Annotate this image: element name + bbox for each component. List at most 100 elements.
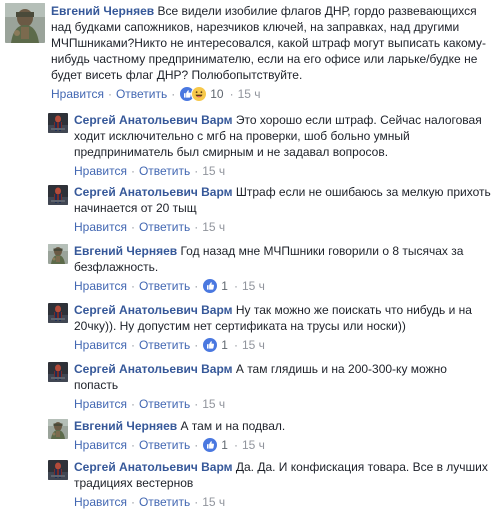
avatar[interactable] <box>48 244 68 264</box>
comment-text: Евгений Черняев Год назад мне МЧПшники г… <box>74 243 494 275</box>
reply-button[interactable]: Ответить <box>139 437 190 453</box>
comment-time[interactable]: 15 ч <box>202 163 225 179</box>
avatar-image <box>48 113 68 133</box>
separator: · <box>130 438 135 452</box>
comment-thread: Евгений Черняев Все видели изобилие флаг… <box>0 0 502 518</box>
comment-reply: Сергей Анатольевич Варм Это хорошо если … <box>48 112 494 179</box>
reactions-summary[interactable]: 1 <box>202 437 228 453</box>
like-button[interactable]: Нравится <box>51 86 104 102</box>
avatar-image <box>48 244 68 264</box>
separator: · <box>130 397 135 411</box>
comment-text: Сергей Анатольевич Варм Ну так можно же … <box>74 302 494 334</box>
separator: · <box>130 495 135 509</box>
reply-button[interactable]: Ответить <box>139 163 190 179</box>
haha-icon <box>191 86 208 102</box>
comment-actions: Нравится · Ответить · 15 ч <box>74 494 494 510</box>
like-icon <box>202 337 219 353</box>
like-button[interactable]: Нравится <box>74 163 127 179</box>
comment-author[interactable]: Евгений Черняев <box>51 4 154 18</box>
like-button[interactable]: Нравится <box>74 494 127 510</box>
comment-time[interactable]: 15 ч <box>202 219 225 235</box>
reaction-count: 1 <box>221 279 228 293</box>
comment-actions: Нравится · Ответить · 15 ч <box>74 219 494 235</box>
comment-reply: Сергей Анатольевич Варм Да. Да. И конфис… <box>48 459 494 510</box>
separator: · <box>130 338 135 352</box>
comment-time[interactable]: 15 ч <box>202 396 225 412</box>
comment-time[interactable]: 15 ч <box>242 437 265 453</box>
separator: · <box>130 220 135 234</box>
avatar-image <box>48 185 68 205</box>
comment-author[interactable]: Сергей Анатольевич Варм <box>74 362 233 376</box>
avatar[interactable] <box>48 460 68 480</box>
separator: · <box>194 495 199 509</box>
comment-actions: Нравится · Ответить · 15 ч <box>74 163 494 179</box>
avatar-image <box>48 303 68 323</box>
comment-actions: Нравится · Ответить · 1 · 15 ч <box>74 337 494 353</box>
comment-actions: Нравится · Ответить · 1 · 15 ч <box>74 278 494 294</box>
separator: · <box>171 87 176 101</box>
like-button[interactable]: Нравится <box>74 337 127 353</box>
reply-button[interactable]: Ответить <box>139 396 190 412</box>
comment-body: Сергей Анатольевич Варм Да. Да. И конфис… <box>74 459 494 510</box>
comment-body: Евгений Черняев Год назад мне МЧПшники г… <box>74 243 494 294</box>
like-button[interactable]: Нравится <box>74 278 127 294</box>
like-button[interactable]: Нравится <box>74 219 127 235</box>
comment-time[interactable]: 15 ч <box>202 494 225 510</box>
avatar[interactable] <box>48 113 68 133</box>
reply-button[interactable]: Ответить <box>116 86 167 102</box>
reactions-summary[interactable]: 10 <box>179 86 224 102</box>
like-button[interactable]: Нравится <box>74 437 127 453</box>
comment-message: А там и на подвал. <box>180 419 286 433</box>
comment-text: Евгений Черняев А там и на подвал. <box>74 418 494 434</box>
avatar[interactable] <box>48 362 68 382</box>
avatar[interactable] <box>5 3 45 43</box>
comment-body: Евгений Черняев А там и на подвал. Нрави… <box>74 418 494 453</box>
comment-author[interactable]: Евгений Черняев <box>74 419 177 433</box>
comment-actions: Нравится · Ответить · 1 · 15 ч <box>74 437 494 453</box>
comment-body: Евгений Черняев Все видели изобилие флаг… <box>51 3 497 102</box>
avatar-image <box>5 3 45 43</box>
like-button[interactable]: Нравится <box>74 396 127 412</box>
comment-actions: Нравится · Ответить · 15 ч <box>74 396 494 412</box>
comment-reply: Сергей Анатольевич Варм Штраф если не ош… <box>48 184 494 235</box>
comment-time[interactable]: 15 ч <box>242 337 265 353</box>
comment-author[interactable]: Сергей Анатольевич Варм <box>74 185 233 199</box>
reply-button[interactable]: Ответить <box>139 337 190 353</box>
avatar-image <box>48 419 68 439</box>
comment-actions: Нравится · Ответить · 10 · 15 ч <box>51 86 497 102</box>
comment-text: Евгений Черняев Все видели изобилие флаг… <box>51 3 497 83</box>
separator: · <box>194 164 199 178</box>
reply-button[interactable]: Ответить <box>139 219 190 235</box>
avatar[interactable] <box>48 303 68 323</box>
comment-author[interactable]: Сергей Анатольевич Варм <box>74 460 233 474</box>
comment-time[interactable]: 15 ч <box>238 86 261 102</box>
comment-reply: Евгений Черняев Год назад мне МЧПшники г… <box>48 243 494 294</box>
avatar-image <box>48 362 68 382</box>
comment-text: Сергей Анатольевич Варм Да. Да. И конфис… <box>74 459 494 491</box>
separator: · <box>194 220 199 234</box>
avatar[interactable] <box>48 419 68 439</box>
separator: · <box>233 338 238 352</box>
comment-reply: Сергей Анатольевич Варм А там глядишь и … <box>48 361 494 412</box>
reply-button[interactable]: Ответить <box>139 494 190 510</box>
reaction-count: 1 <box>221 338 228 352</box>
reactions-summary[interactable]: 1 <box>202 337 228 353</box>
comment-body: Сергей Анатольевич Варм А там глядишь и … <box>74 361 494 412</box>
comment-reply: Евгений Черняев А там и на подвал. Нрави… <box>48 418 494 453</box>
like-icon <box>202 278 219 294</box>
reactions-summary[interactable]: 1 <box>202 278 228 294</box>
comment-author[interactable]: Сергей Анатольевич Варм <box>74 303 233 317</box>
reply-button[interactable]: Ответить <box>139 278 190 294</box>
like-icon <box>202 437 219 453</box>
comment-text: Сергей Анатольевич Варм Это хорошо если … <box>74 112 494 160</box>
avatar[interactable] <box>48 185 68 205</box>
comment-body: Сергей Анатольевич Варм Штраф если не ош… <box>74 184 494 235</box>
comment-author[interactable]: Евгений Черняев <box>74 244 177 258</box>
avatar-image <box>48 460 68 480</box>
comment-time[interactable]: 15 ч <box>242 278 265 294</box>
comment-author[interactable]: Сергей Анатольевич Варм <box>74 113 233 127</box>
separator: · <box>229 87 234 101</box>
separator: · <box>194 338 199 352</box>
separator: · <box>107 87 112 101</box>
comment-reply: Сергей Анатольевич Варм Ну так можно же … <box>48 302 494 353</box>
